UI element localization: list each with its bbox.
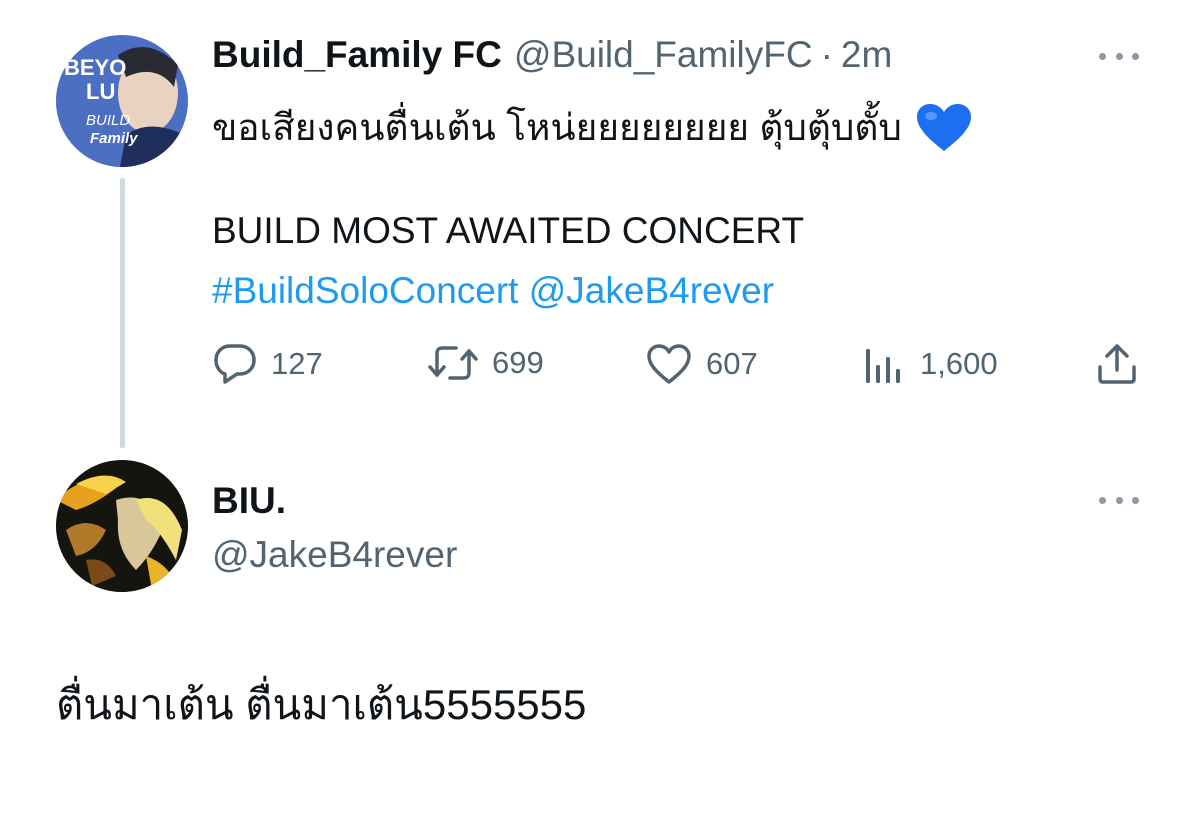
tweet-text-line2: BUILD MOST AWAITED CONCERT <box>212 210 805 251</box>
views-count: 1,600 <box>920 346 998 381</box>
svg-text:BUILD: BUILD <box>86 112 130 129</box>
reply-count: 127 <box>271 346 323 381</box>
user-handle[interactable]: @JakeB4rever <box>212 534 457 576</box>
analytics-icon <box>866 349 900 383</box>
display-name[interactable]: Build_Family FC <box>212 34 502 76</box>
avatar-image <box>56 460 188 592</box>
retweet-button[interactable]: 699 <box>428 343 544 383</box>
thread-connector-line <box>120 178 125 448</box>
views-button[interactable]: 1,600 <box>864 343 998 385</box>
like-button[interactable]: 607 <box>646 343 758 385</box>
share-icon <box>1098 344 1136 384</box>
reply-button[interactable]: 127 <box>213 343 323 385</box>
more-options-icon[interactable] <box>1099 494 1139 506</box>
hashtag-link[interactable]: #BuildSoloConcert <box>212 270 518 311</box>
blue-heart-icon <box>916 103 972 153</box>
separator-dot: · <box>820 34 833 75</box>
svg-text:LU: LU <box>86 79 115 104</box>
tweet-links: #BuildSoloConcert @JakeB4rever <box>212 270 774 312</box>
mention-link[interactable]: @JakeB4rever <box>529 270 774 311</box>
avatar-image: BEYO LU BUILD Family <box>56 35 188 167</box>
svg-text:Family: Family <box>90 130 138 147</box>
tweet-text-thai: ขอเสียงคนตื่นเต้น โหน่ยยยยยยยย ตุ้บตุ้บต… <box>212 107 902 148</box>
heart-icon <box>647 344 691 384</box>
avatar[interactable]: BEYO LU BUILD Family <box>56 35 188 167</box>
reply-icon <box>214 344 256 384</box>
display-name[interactable]: BIU. <box>212 480 286 522</box>
user-handle[interactable]: @Build_FamilyFC <box>514 34 813 76</box>
svg-text:BEYO: BEYO <box>64 55 126 80</box>
tweet-text-line1: ขอเสียงคนตื่นเต้น โหน่ยยยยยยยย ตุ้บตุ้บต… <box>212 98 972 157</box>
like-count: 607 <box>706 346 758 381</box>
tweet-header: Build_Family FC @Build_FamilyFC · 2m <box>212 34 892 76</box>
share-button[interactable] <box>1096 343 1138 385</box>
avatar[interactable] <box>56 460 188 592</box>
retweet-icon <box>428 346 478 380</box>
retweet-count: 699 <box>492 345 544 380</box>
more-options-icon[interactable] <box>1099 50 1139 62</box>
tweet-time[interactable]: 2m <box>841 34 892 76</box>
reply-text: ตื่นมาเต้น ตื่นมาเต้น5555555 <box>56 681 587 728</box>
